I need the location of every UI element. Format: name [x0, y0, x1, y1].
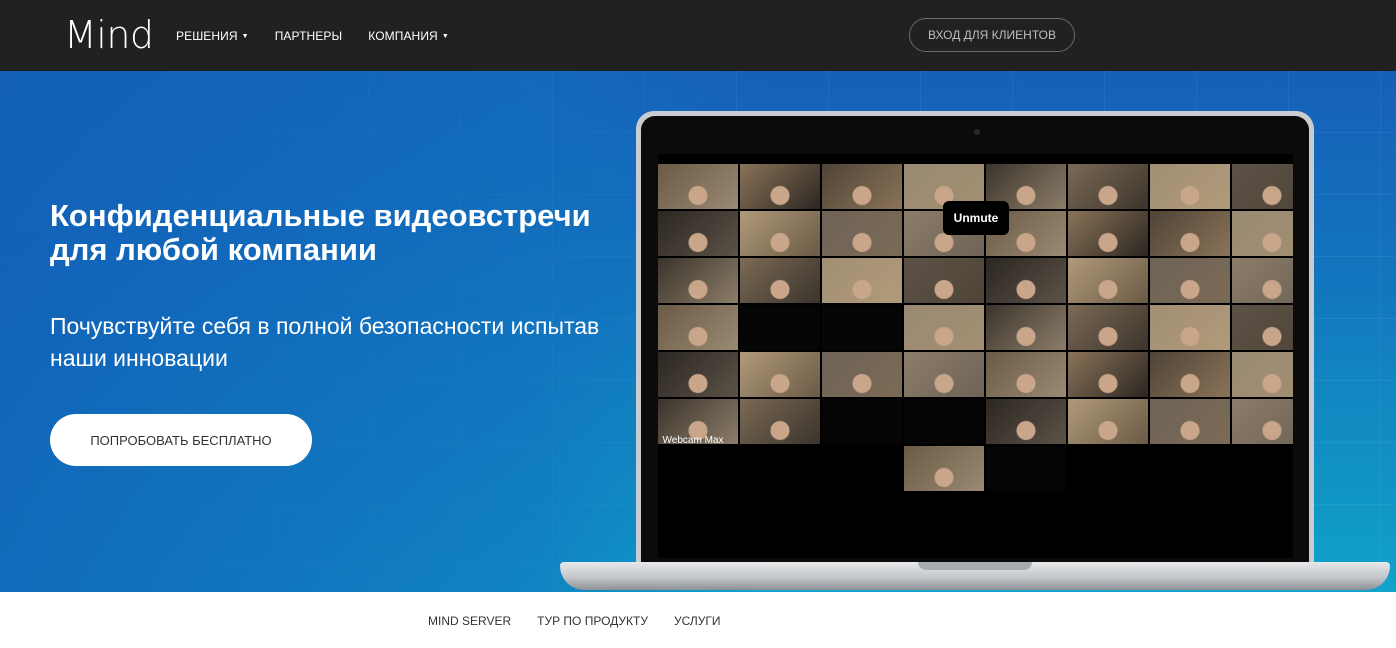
mind-logo[interactable]: Mind — [64, 12, 154, 58]
participant-video-tile — [1068, 164, 1148, 209]
participant-video-tile — [740, 164, 820, 209]
laptop-notch — [918, 562, 1032, 570]
subnav-services[interactable]: УСЛУГИ — [674, 614, 721, 628]
participant-video-tile — [1068, 352, 1148, 397]
participant-video-tile — [740, 305, 820, 350]
participant-video-tile — [658, 352, 738, 397]
main-nav: РЕШЕНИЯ ▼ ПАРТНЕРЫ КОМПАНИЯ ▼ — [176, 0, 475, 71]
participant-video-tile — [1232, 305, 1293, 350]
top-navigation-bar: Mind РЕШЕНИЯ ▼ ПАРТНЕРЫ КОМПАНИЯ ▼ ВХОД … — [0, 0, 1396, 71]
participant-video-tile — [1232, 258, 1293, 303]
participant-video-tile — [822, 164, 902, 209]
participant-video-tile — [740, 399, 820, 444]
participant-video-tile — [740, 211, 820, 256]
participant-video-tile — [986, 305, 1066, 350]
participant-video-tile — [1150, 258, 1230, 303]
participant-video-tile — [740, 352, 820, 397]
participant-video-tile — [1232, 352, 1293, 397]
participant-video-tile — [822, 305, 902, 350]
participant-video-tile — [986, 258, 1066, 303]
nav-item-solutions[interactable]: РЕШЕНИЯ ▼ — [176, 29, 249, 43]
participant-video-tile — [740, 258, 820, 303]
headline-bold-part: Конфиденциальные — [50, 198, 365, 233]
caret-down-icon: ▼ — [441, 33, 449, 40]
laptop-illustration: Webcam Max Unmute — [560, 111, 1390, 591]
participant-video-tile — [1232, 164, 1293, 209]
nav-item-label: РЕШЕНИЯ — [176, 28, 238, 43]
participant-video-tile — [904, 399, 984, 444]
participant-video-tile — [986, 399, 1066, 444]
client-login-button[interactable]: ВХОД ДЛЯ КЛИЕНТОВ — [909, 18, 1075, 52]
caret-down-icon: ▼ — [241, 33, 249, 40]
subnav-mind-server[interactable]: MIND SERVER — [428, 614, 511, 628]
nav-item-label: ПАРТНЕРЫ — [274, 28, 343, 43]
participant-video-tile — [1232, 399, 1293, 444]
participant-video-tile — [1068, 399, 1148, 444]
participant-video-tile — [1068, 258, 1148, 303]
participant-video-tile — [658, 211, 738, 256]
participant-video-tile — [1150, 305, 1230, 350]
participant-video-tile — [1150, 352, 1230, 397]
participant-video-tile — [1068, 305, 1148, 350]
participant-video-tile — [1068, 211, 1148, 256]
participant-video-tile — [904, 258, 984, 303]
participant-video-tile — [1150, 211, 1230, 256]
participant-video-tile — [986, 446, 1066, 491]
subnav-product-tour[interactable]: ТУР ПО ПРОДУКТУ — [537, 614, 648, 628]
try-free-button[interactable]: ПОПРОБОВАТЬ БЕСПЛАТНО — [50, 414, 312, 466]
participant-video-tile — [658, 258, 738, 303]
participant-video-tile — [1232, 211, 1293, 256]
hero-section: Конфиденциальные видеовстречи для любой … — [0, 71, 1396, 592]
laptop-lid: Webcam Max Unmute — [636, 111, 1314, 569]
subnav-links: MIND SERVER ТУР ПО ПРОДУКТУ УСЛУГИ — [428, 614, 747, 628]
participant-video-tile — [1150, 399, 1230, 444]
unmute-button[interactable]: Unmute — [943, 201, 1009, 235]
hero-subheadline: Почувствуйте себя в полной безопасности … — [50, 313, 600, 371]
participant-video-tile — [822, 211, 902, 256]
participant-video-tile — [822, 352, 902, 397]
nav-item-partners[interactable]: ПАРТНЕРЫ — [275, 29, 343, 43]
video-conference-screen: Webcam Max Unmute — [658, 154, 1293, 558]
participant-video-tile — [1150, 164, 1230, 209]
laptop-bezel: Webcam Max Unmute — [641, 116, 1309, 564]
participant-video-tile — [986, 352, 1066, 397]
webcam-max-label: Webcam Max — [662, 435, 724, 446]
participant-video-tile — [822, 258, 902, 303]
participant-video-tile — [658, 305, 738, 350]
laptop-base — [560, 562, 1390, 590]
nav-item-label: КОМПАНИЯ — [368, 28, 438, 43]
participant-video-tile — [658, 164, 738, 209]
sub-navigation: MIND SERVER ТУР ПО ПРОДУКТУ УСЛУГИ — [0, 592, 1396, 648]
nav-item-company[interactable]: КОМПАНИЯ ▼ — [368, 29, 449, 43]
participant-video-tile — [904, 305, 984, 350]
webcam-dot-icon — [974, 129, 980, 135]
participant-video-tile — [904, 446, 984, 491]
participant-video-tile — [822, 399, 902, 444]
participant-video-tile — [904, 352, 984, 397]
